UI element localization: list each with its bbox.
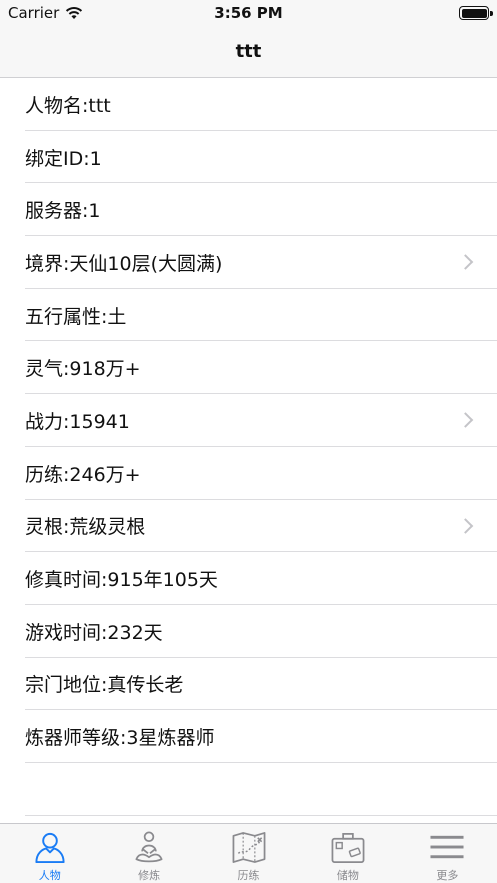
row-label: 宗门地位:真传长老: [25, 674, 184, 697]
row-spirit-energy[interactable]: 灵气:918万+: [0, 341, 497, 394]
row-spirit-root[interactable]: 灵根:荒级灵根: [0, 500, 497, 553]
list-divider: [25, 815, 497, 816]
tab-label: 储物: [336, 869, 359, 882]
row-game-time[interactable]: 游戏时间:232天: [0, 605, 497, 658]
tab-bar: 人物 修炼 历练 储物 更多: [0, 823, 497, 883]
map-icon: [232, 832, 265, 863]
tab-label: 更多: [436, 869, 459, 882]
tab-storage[interactable]: 储物: [298, 824, 397, 883]
row-cultivation-time[interactable]: 修真时间:915年105天: [0, 552, 497, 605]
row-realm[interactable]: 境界:天仙10层(大圆满): [0, 236, 497, 289]
row-bound-id[interactable]: 绑定ID:1: [0, 131, 497, 184]
row-character-name[interactable]: 人物名:ttt: [0, 78, 497, 131]
row-label: 修真时间:915年105天: [25, 569, 218, 592]
row-label: 灵根:荒级灵根: [25, 516, 146, 539]
battery-icon: [459, 6, 493, 20]
tab-label: 历练: [237, 869, 260, 882]
character-info-list: 人物名:ttt 绑定ID:1 服务器:1 境界:天仙10层(大圆满) 五行属性:…: [0, 78, 497, 763]
row-label: 人物名:ttt: [25, 94, 111, 117]
row-label: 炼器师等级:3星炼器师: [25, 727, 215, 750]
page-title: ttt: [235, 41, 262, 62]
storage-bag-icon: [331, 833, 365, 863]
tab-more[interactable]: 更多: [398, 824, 497, 883]
row-label: 服务器:1: [25, 200, 101, 223]
tab-cultivation[interactable]: 修炼: [99, 824, 198, 883]
chevron-right-icon: [457, 412, 474, 429]
row-label: 灵气:918万+: [25, 358, 141, 381]
row-element[interactable]: 五行属性:土: [0, 289, 497, 342]
row-server[interactable]: 服务器:1: [0, 183, 497, 236]
navigation-bar: ttt: [0, 26, 497, 78]
tab-label: 修炼: [138, 869, 161, 882]
row-refiner-level[interactable]: 炼器师等级:3星炼器师: [0, 710, 497, 763]
person-icon: [35, 832, 65, 864]
status-time: 3:56 PM: [214, 4, 283, 22]
row-label: 五行属性:土: [25, 305, 127, 328]
row-experience[interactable]: 历练:246万+: [0, 447, 497, 500]
tab-label: 人物: [38, 869, 61, 882]
tab-character[interactable]: 人物: [0, 824, 99, 883]
chevron-right-icon: [457, 254, 474, 271]
row-label: 绑定ID:1: [25, 147, 102, 170]
meditation-icon: [135, 831, 163, 863]
menu-icon: [430, 835, 464, 859]
row-label: 游戏时间:232天: [25, 621, 163, 644]
chevron-right-icon: [457, 518, 474, 534]
row-sect-rank[interactable]: 宗门地位:真传长老: [0, 658, 497, 711]
row-label: 境界:天仙10层(大圆满): [25, 252, 223, 275]
tab-training[interactable]: 历练: [199, 824, 298, 883]
status-bar: Carrier 3:56 PM: [0, 0, 497, 26]
row-label: 战力:15941: [25, 410, 130, 433]
row-label: 历练:246万+: [25, 463, 141, 486]
row-combat-power[interactable]: 战力:15941: [0, 394, 497, 447]
